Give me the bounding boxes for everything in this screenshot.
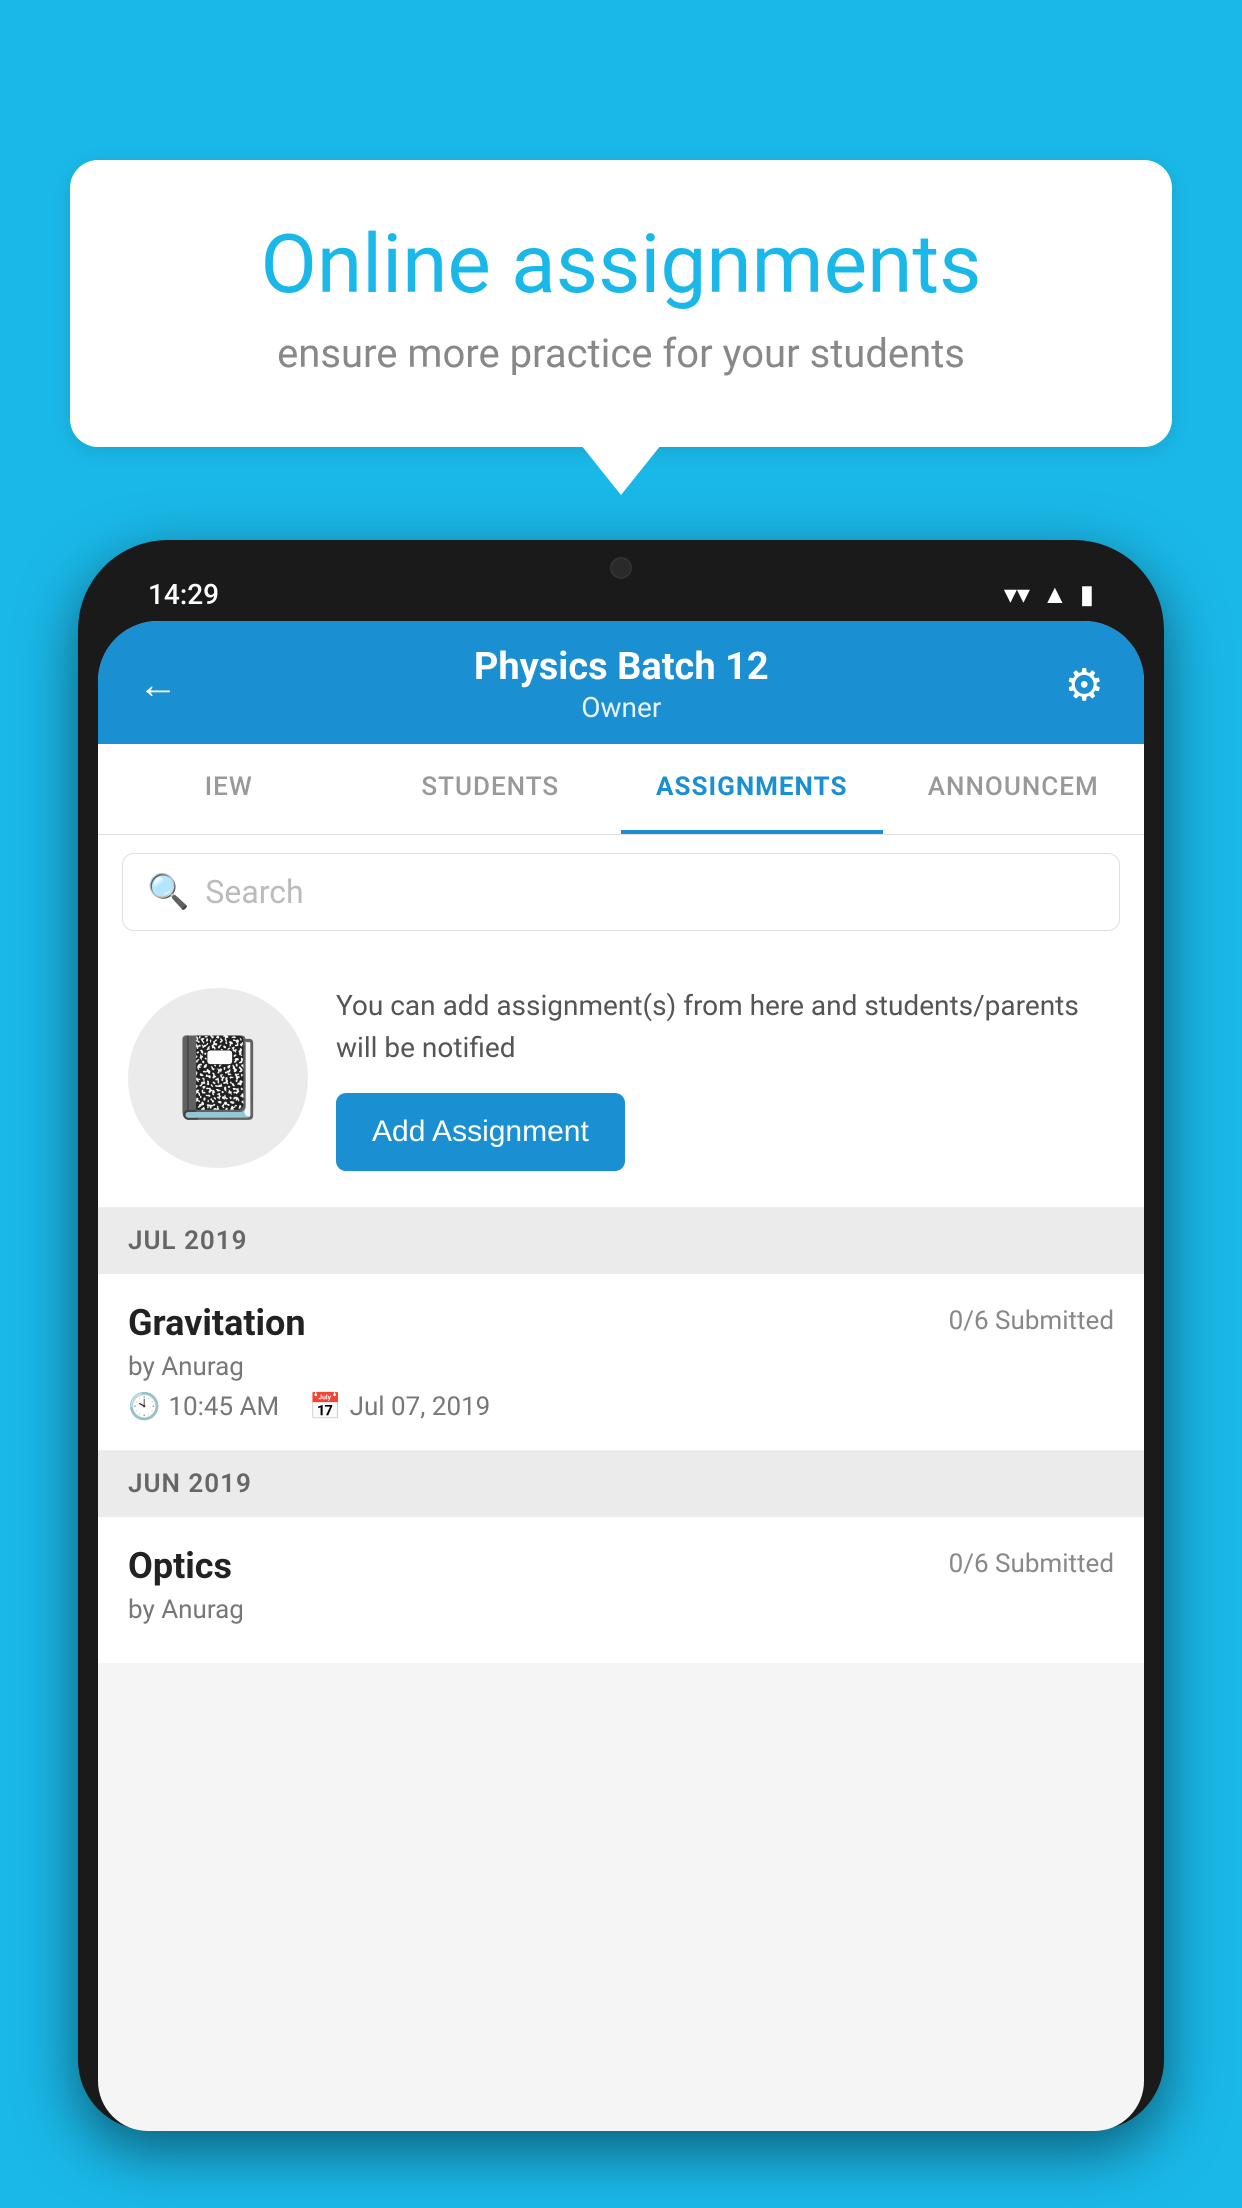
month-header-jun: JUN 2019 [98,1451,1144,1517]
phone-screen: ← Physics Batch 12 Owner ⚙ IEW STUDENTS … [98,621,1144,2131]
speech-bubble: Online assignments ensure more practice … [70,160,1172,447]
add-assignment-button[interactable]: Add Assignment [336,1093,625,1171]
search-container: 🔍 Search [98,835,1144,949]
notebook-icon: 📓 [168,1031,268,1125]
assignment-by-optics: by Anurag [128,1595,1114,1625]
tabs-bar: IEW STUDENTS ASSIGNMENTS ANNOUNCEM [98,744,1144,835]
assignment-name: Gravitation [128,1302,306,1344]
assignment-row-top-optics: Optics 0/6 Submitted [128,1545,1114,1587]
search-icon: 🔍 [147,872,189,912]
search-placeholder: Search [205,873,303,911]
tab-assignments[interactable]: ASSIGNMENTS [621,744,883,834]
assignment-date: Jul 07, 2019 [350,1392,491,1422]
bubble-title: Online assignments [140,220,1102,310]
promo-content: You can add assignment(s) from here and … [336,985,1114,1171]
clock-icon: 🕙 [128,1392,160,1422]
phone-notch [521,540,721,595]
header-title: Physics Batch 12 [178,645,1065,689]
assignment-submitted-optics: 0/6 Submitted [949,1549,1114,1579]
bubble-subtitle: ensure more practice for your students [140,330,1102,377]
phone-wrapper: 14:29 ▾▾ ▲ ▮ ← Physics Batch 12 Owner ⚙ … [78,540,1164,2208]
camera-dot [610,557,632,579]
gear-icon[interactable]: ⚙ [1065,659,1104,711]
status-icons: ▾▾ ▲ ▮ [1004,579,1094,610]
battery-icon: ▮ [1080,580,1094,610]
assignment-meta: 🕙 10:45 AM 📅 Jul 07, 2019 [128,1392,1114,1422]
assignment-item-gravitation[interactable]: Gravitation 0/6 Submitted by Anurag 🕙 10… [98,1274,1144,1451]
tab-iew[interactable]: IEW [98,744,360,834]
month-header-jul: JUL 2019 [98,1208,1144,1274]
promo-section: 📓 You can add assignment(s) from here an… [98,949,1144,1208]
assignment-name-optics: Optics [128,1545,232,1587]
app-header: ← Physics Batch 12 Owner ⚙ [98,621,1144,744]
assignment-row-top: Gravitation 0/6 Submitted [128,1302,1114,1344]
tab-announcements[interactable]: ANNOUNCEM [883,744,1145,834]
assignment-time: 10:45 AM [168,1392,279,1422]
promo-text: You can add assignment(s) from here and … [336,985,1114,1069]
signal-icon: ▲ [1042,579,1068,610]
calendar-icon: 📅 [309,1392,341,1422]
wifi-icon: ▾▾ [1004,580,1030,610]
assignment-item-optics[interactable]: Optics 0/6 Submitted by Anurag [98,1517,1144,1663]
tab-students[interactable]: STUDENTS [360,744,622,834]
status-time: 14:29 [148,578,219,611]
assignment-by: by Anurag [128,1352,1114,1382]
header-title-group: Physics Batch 12 Owner [178,645,1065,724]
search-bar[interactable]: 🔍 Search [122,853,1120,931]
phone-outer: 14:29 ▾▾ ▲ ▮ ← Physics Batch 12 Owner ⚙ … [78,540,1164,2130]
assignment-submitted: 0/6 Submitted [949,1306,1114,1336]
back-button[interactable]: ← [138,661,178,708]
assignment-time-meta: 🕙 10:45 AM [128,1392,279,1422]
assignment-date-meta: 📅 Jul 07, 2019 [309,1392,490,1422]
header-subtitle: Owner [178,691,1065,724]
promo-icon-circle: 📓 [128,988,308,1168]
speech-bubble-section: Online assignments ensure more practice … [70,160,1172,447]
